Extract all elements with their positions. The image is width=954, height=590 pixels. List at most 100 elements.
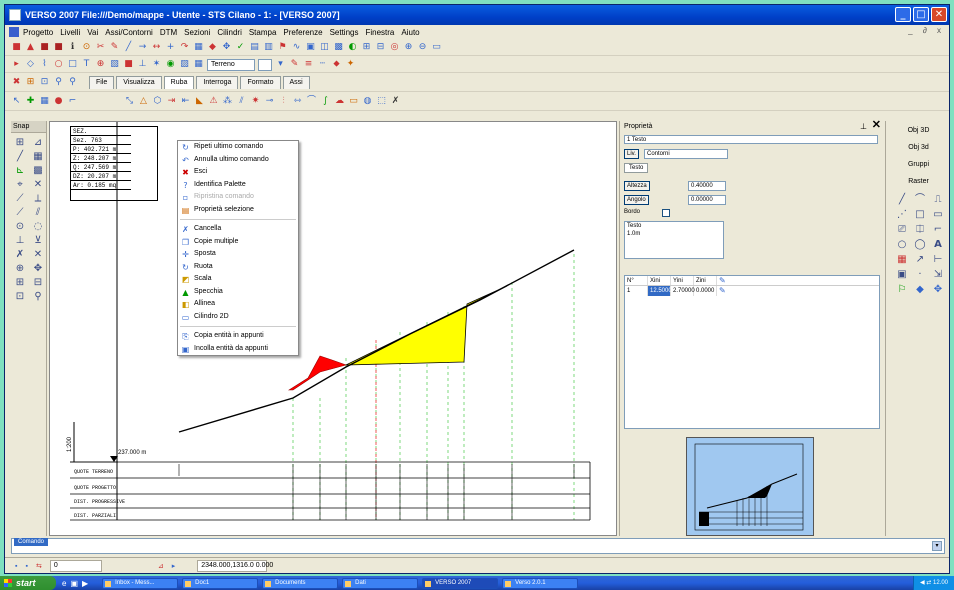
- zoom-window-icon[interactable]: ⊞: [25, 77, 36, 88]
- snap-ortho-icon[interactable]: ⊾: [14, 165, 26, 176]
- triangle-icon[interactable]: △: [138, 96, 149, 107]
- text-area[interactable]: Testo 1.0m: [624, 221, 724, 259]
- print-icon[interactable]: ■: [53, 42, 64, 53]
- delete-row-icon[interactable]: ✎: [717, 286, 740, 296]
- mdi-controls[interactable]: _ ∂ x: [908, 26, 945, 35]
- table-row[interactable]: 1 12.50000 2.70000 0.0000 ✎: [625, 286, 879, 296]
- context-menu-item[interactable]: ◩ Scala: [178, 273, 298, 286]
- snap-center-icon[interactable]: ⊙: [14, 221, 26, 232]
- layer-button[interactable]: Liv.: [624, 149, 639, 159]
- flag-icon[interactable]: ⚑: [277, 42, 288, 53]
- open-icon[interactable]: ▲: [25, 42, 36, 53]
- trim-icon[interactable]: ⇤: [180, 96, 191, 107]
- chamfer-icon[interactable]: ◣: [194, 96, 205, 107]
- taskbar-button[interactable]: Dati: [342, 577, 419, 589]
- overview-preview[interactable]: [686, 437, 814, 536]
- lineweight-icon[interactable]: ≡: [303, 59, 314, 70]
- snap-search-icon[interactable]: ⚲: [32, 291, 44, 302]
- tab-testo[interactable]: Testo: [624, 163, 649, 173]
- pen-icon[interactable]: ✎: [109, 42, 120, 53]
- snap-midpoint-icon[interactable]: ⊿: [32, 137, 44, 148]
- grid-snap-icon[interactable]: ▦: [39, 96, 50, 107]
- ortho-icon[interactable]: ⊥: [137, 59, 148, 70]
- menu-vai[interactable]: Vai: [87, 28, 98, 37]
- linetype-icon[interactable]: ┄: [317, 59, 328, 70]
- obj3d-button[interactable]: Obj 3D: [890, 124, 947, 138]
- context-menu-item[interactable]: ✗ Cancella: [178, 223, 298, 236]
- layer-status[interactable]: 0: [49, 560, 102, 572]
- snap-perp-icon[interactable]: ⟋: [14, 193, 26, 204]
- context-menu-item[interactable]: ? Identifica Palette: [178, 179, 298, 192]
- draw-box-icon[interactable]: ▭: [932, 209, 944, 221]
- taskbar-button[interactable]: VERSO 2007: [422, 577, 499, 589]
- draw-wave-icon[interactable]: ⎚: [896, 224, 908, 236]
- save-icon[interactable]: ■: [39, 42, 50, 53]
- pin-icon[interactable]: ⊥: [860, 121, 867, 133]
- line-icon[interactable]: ╱: [123, 42, 134, 53]
- menu-finestra[interactable]: Finestra: [365, 28, 394, 37]
- menu-preferenze[interactable]: Preferenze: [283, 28, 322, 37]
- fillet-icon[interactable]: ⌒: [306, 96, 317, 107]
- quicklaunch-media-icon[interactable]: ▶: [82, 579, 88, 588]
- view-icon[interactable]: ◐: [347, 42, 358, 53]
- snap-x-icon[interactable]: ✕: [32, 249, 44, 260]
- rect-icon[interactable]: □: [67, 59, 78, 70]
- zoom-icon[interactable]: ⊙: [81, 42, 92, 53]
- snap-zoom-icon[interactable]: ⊕: [14, 263, 26, 274]
- menu-livelli[interactable]: Livelli: [60, 28, 80, 37]
- snap-tangent-icon[interactable]: ⟂: [32, 193, 44, 204]
- context-menu-item[interactable]: ↻ Ripeti ultimo comando: [178, 141, 298, 154]
- volume-icon[interactable]: ◀: [920, 580, 925, 586]
- check-icon[interactable]: ✓: [235, 42, 246, 53]
- context-menu-item[interactable]: ❐ Copie multiple: [178, 236, 298, 249]
- magnifier-minus-icon[interactable]: ⚲: [67, 77, 78, 88]
- draw-text-icon[interactable]: A: [932, 239, 944, 251]
- revcloud-icon[interactable]: ☁: [334, 96, 345, 107]
- extend-icon[interactable]: ⇥: [166, 96, 177, 107]
- minimize-button[interactable]: _: [895, 7, 911, 22]
- menu-dtm[interactable]: DTM: [160, 28, 177, 37]
- draw-frame-icon[interactable]: ⎅: [914, 224, 926, 236]
- context-menu-item[interactable]: ▣ Incolla entità da appunti: [178, 343, 298, 356]
- pin-icon[interactable]: ✗: [390, 96, 401, 107]
- tab-formato[interactable]: Formato: [240, 76, 281, 89]
- vertex-grid[interactable]: N° Xini Yini Zini ✎ 1 12.50000 2.70000 0…: [624, 275, 880, 429]
- context-menu-item[interactable]: ▤ Proprietà selezione: [178, 204, 298, 217]
- menu-settings[interactable]: Settings: [330, 28, 359, 37]
- draw-insert-icon[interactable]: ⇲: [932, 269, 944, 281]
- chart-icon[interactable]: ▥: [263, 42, 274, 53]
- explode-icon[interactable]: ✷: [250, 96, 261, 107]
- draw-rect-icon[interactable]: □: [914, 209, 926, 221]
- measure-icon[interactable]: ⊞: [361, 42, 372, 53]
- taskbar-button[interactable]: Documents: [262, 577, 339, 589]
- app-icon[interactable]: [9, 9, 21, 21]
- raster-button[interactable]: Raster: [890, 175, 947, 189]
- polygon-icon[interactable]: ⬡: [152, 96, 163, 107]
- osnap-toggle-icon[interactable]: ▸: [172, 562, 176, 570]
- title-bar[interactable]: VERSO 2007 File:///Demo/mappe - Utente -…: [5, 5, 949, 25]
- close-icon[interactable]: ✕: [872, 119, 881, 131]
- region-icon[interactable]: ◍: [362, 96, 373, 107]
- wipeout-icon[interactable]: ▭: [348, 96, 359, 107]
- close-button[interactable]: ✕: [931, 7, 947, 22]
- menu-cilindri[interactable]: Cilindri: [217, 28, 241, 37]
- cell-x[interactable]: 12.50000: [648, 286, 675, 296]
- dimension-icon[interactable]: ↔: [151, 42, 162, 53]
- angle-input[interactable]: 0.00000: [688, 195, 726, 205]
- object-field[interactable]: 1 Testo: [624, 135, 878, 144]
- quicklaunch-ie-icon[interactable]: e: [62, 579, 66, 588]
- window-icon[interactable]: ◫: [319, 42, 330, 53]
- draw-block-icon[interactable]: ▣: [896, 269, 908, 281]
- snap-quadrant-icon[interactable]: ◌: [32, 221, 44, 232]
- draw-circle-icon[interactable]: ○: [896, 239, 908, 251]
- select-icon[interactable]: ▸: [11, 59, 22, 70]
- context-menu-item[interactable]: ▲ Specchia: [178, 286, 298, 299]
- context-menu-item[interactable]: ▭ Cilindro 2D: [178, 311, 298, 324]
- taskbar-button[interactable]: Verso 2.0.1: [502, 577, 579, 589]
- snap-cross-icon[interactable]: ✕: [32, 179, 44, 190]
- box-icon[interactable]: ▣: [305, 42, 316, 53]
- tab-assi[interactable]: Assi: [282, 76, 310, 89]
- snap-node-icon[interactable]: ⌖: [14, 179, 26, 190]
- angle-button[interactable]: Angolo: [624, 195, 649, 205]
- context-menu-item[interactable]: ✖ Esci: [178, 166, 298, 179]
